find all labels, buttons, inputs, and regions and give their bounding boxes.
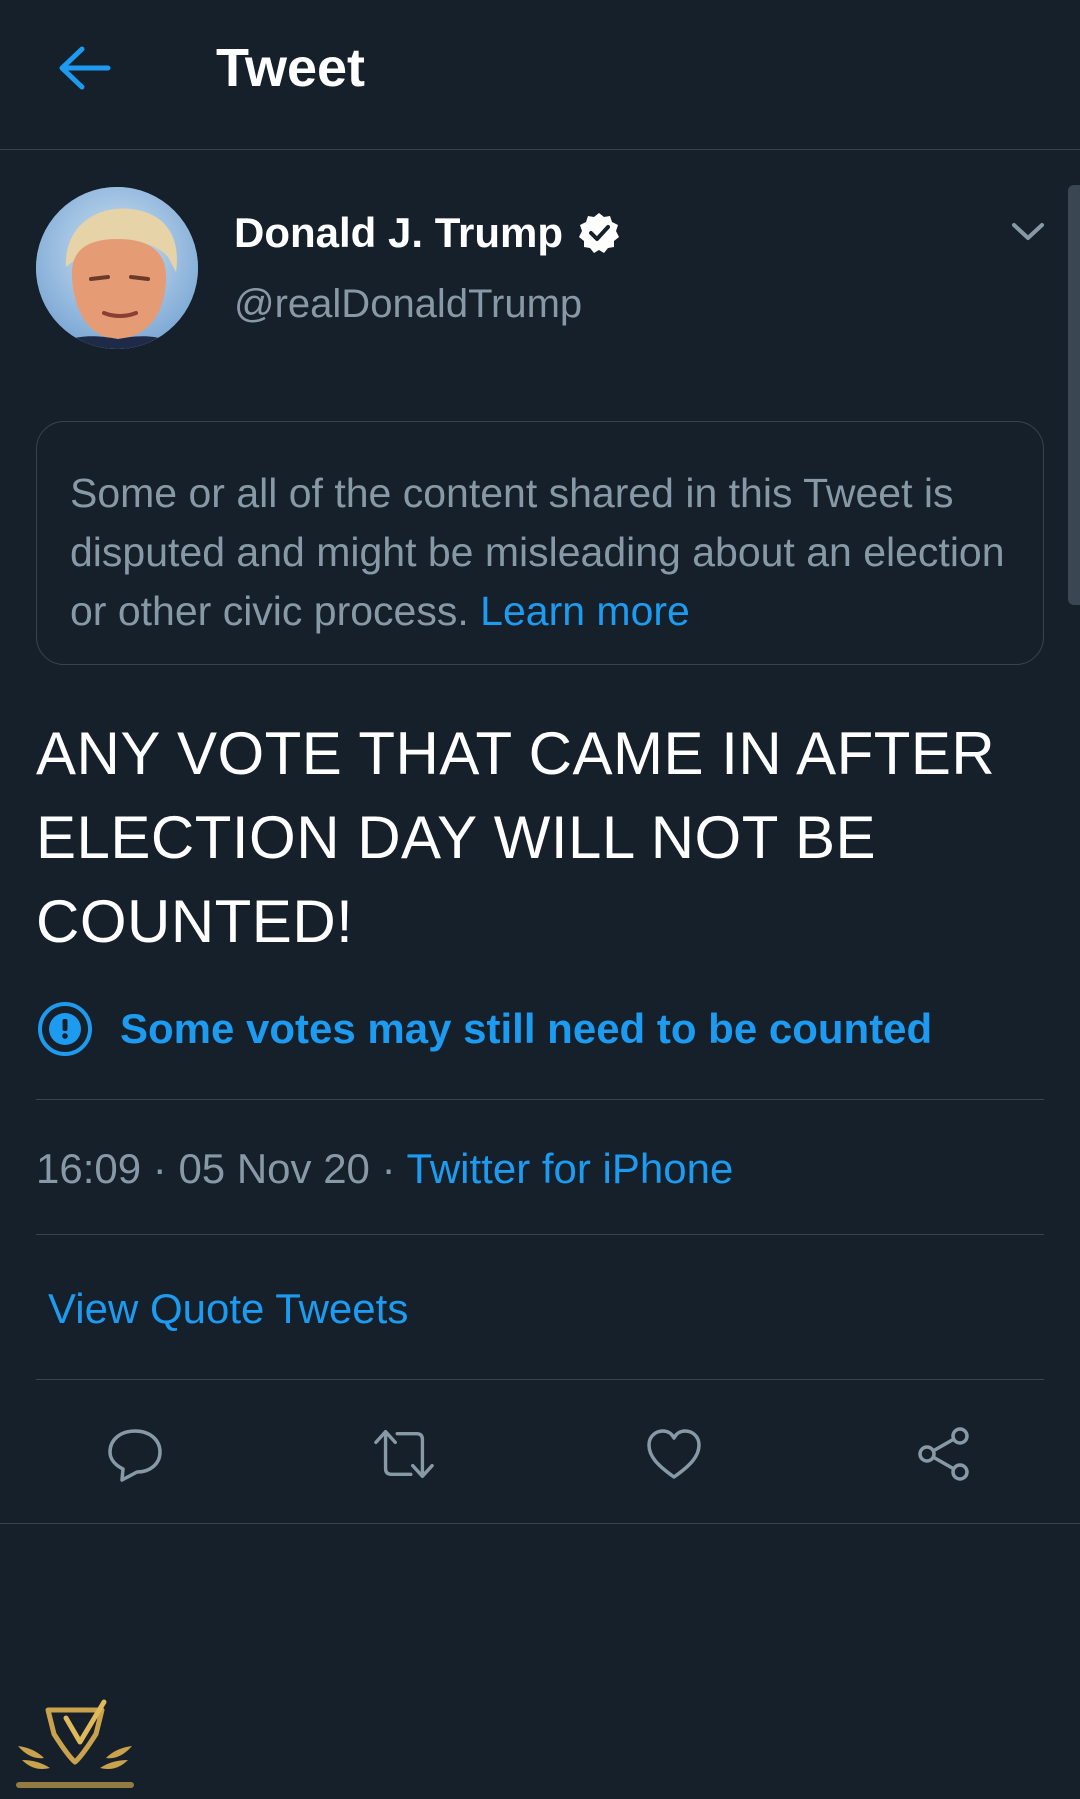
separator: · (381, 1145, 396, 1192)
scrollbar[interactable] (1068, 185, 1080, 605)
election-label-text: Some votes may still need to be counted (120, 1005, 933, 1052)
divider (36, 1379, 1044, 1380)
exclamation-circle-icon (36, 1000, 94, 1058)
avatar[interactable] (36, 187, 198, 349)
watermark-logo (10, 1698, 140, 1794)
learn-more-link[interactable]: Learn more (480, 588, 690, 634)
view-quote-tweets-link[interactable]: View Quote Tweets (48, 1281, 408, 1337)
divider (0, 1523, 1080, 1524)
like-icon (647, 1429, 701, 1479)
chevron-down-icon (1012, 223, 1044, 240)
tweet-metadata: 16:09 · 05 Nov 20 · Twitter for iPhone (36, 1141, 733, 1197)
page-title: Tweet (216, 38, 366, 98)
author-name: Donald J. Trump (234, 209, 564, 256)
profile-photo (36, 187, 198, 349)
verified-badge-icon (577, 211, 621, 255)
disputed-notice: Some or all of the content shared in thi… (36, 421, 1044, 665)
reply-button[interactable] (103, 1422, 167, 1486)
separator: · (152, 1145, 167, 1192)
share-button[interactable] (912, 1422, 976, 1486)
retweet-icon (374, 1430, 434, 1479)
top-bar: Tweet (0, 0, 1080, 150)
divider (36, 1234, 1044, 1235)
author-name-row[interactable]: Donald J. Trump (234, 205, 621, 261)
tweet-time: 16:09 (36, 1145, 142, 1192)
election-label[interactable]: Some votes may still need to be counted (36, 1000, 932, 1058)
more-options-button[interactable] (1008, 212, 1048, 252)
divider (36, 1099, 1044, 1100)
arrow-left-icon (59, 46, 111, 90)
like-button[interactable] (642, 1422, 706, 1486)
share-icon (918, 1427, 969, 1481)
retweet-button[interactable] (372, 1422, 436, 1486)
reply-icon (108, 1429, 162, 1482)
author-handle: @realDonaldTrump (234, 282, 583, 326)
tweet-date: 05 Nov 20 (178, 1145, 370, 1192)
tweet-source-link[interactable]: Twitter for iPhone (407, 1145, 734, 1192)
tweet-text: ANY VOTE THAT CAME IN AFTER ELECTION DAY… (36, 720, 996, 955)
back-button[interactable] (50, 36, 120, 100)
